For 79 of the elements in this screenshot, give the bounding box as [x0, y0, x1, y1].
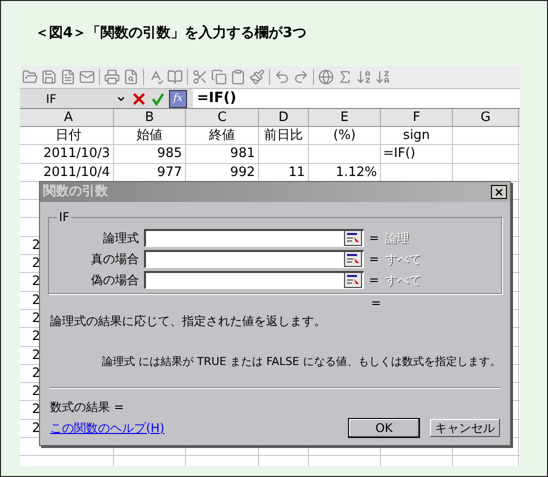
collapse-dialog-icon[interactable] [344, 272, 362, 288]
mail-icon[interactable] [79, 69, 95, 85]
result-equals-sign: = [371, 296, 382, 310]
name-box[interactable]: IF [20, 89, 130, 108]
dialog-button[interactable]: キャンセル [429, 418, 501, 438]
check-icon[interactable] [151, 92, 165, 106]
redo-icon[interactable] [293, 69, 309, 85]
argument-hint: すべて [385, 272, 422, 288]
table-cell: 2 [32, 238, 40, 253]
table-cell: 2 [32, 329, 40, 344]
argument-field[interactable] [144, 228, 364, 246]
table-cell: 2 [32, 292, 40, 308]
table-cell: 11 [288, 164, 305, 180]
book-icon[interactable] [167, 69, 183, 85]
paintbrush-icon[interactable] [249, 69, 265, 85]
table-cell: 2 [32, 310, 40, 326]
table-cell: 1.12% [336, 164, 377, 180]
column-header[interactable]: F [381, 109, 453, 126]
table-cell: 2 [32, 402, 40, 418]
print-preview-icon[interactable] [123, 69, 139, 85]
argument-description: 論理式 には結果が TRUE または FALSE になる値、もしくは数式を指定します。 [102, 354, 501, 370]
collapse-dialog-icon[interactable] [344, 250, 362, 266]
table-cell: 始値 [136, 128, 162, 143]
folder-icon[interactable] [22, 69, 38, 85]
table-cell: 2 [32, 366, 40, 381]
formula-field[interactable]: =IF() [193, 89, 520, 108]
table-cell: 終値 [209, 128, 235, 143]
argument-label: 論理式 [102, 230, 140, 246]
argument-label: 真の場合 [90, 250, 140, 268]
table-cell: 日付 [56, 128, 82, 143]
argument-hint: すべて [385, 250, 422, 268]
document-icon[interactable] [60, 69, 76, 85]
table-cell: 2 [32, 256, 40, 272]
table-cell: 2 [32, 348, 40, 363]
column-header[interactable]: B [114, 109, 186, 126]
save-icon[interactable] [41, 69, 57, 85]
copy-icon[interactable] [211, 69, 227, 85]
table-cell: 992 [230, 164, 255, 180]
help-link[interactable]: この関数のヘルプ(H) [50, 418, 164, 436]
cancel-icon[interactable] [132, 92, 146, 106]
group-label: IF [57, 210, 72, 224]
collapse-dialog-icon[interactable] [344, 230, 362, 246]
argument-label: 偽の場合 [90, 272, 140, 288]
close-button[interactable]: × [491, 185, 507, 199]
printer-icon[interactable] [104, 69, 120, 85]
column-header[interactable]: G [453, 109, 519, 126]
page-title: ＜図4＞「関数の引数」を入力する欄が3つ [35, 24, 306, 43]
table-cell: 2011/10/4 [43, 164, 110, 180]
table-cell: 985 [157, 146, 182, 162]
globe-icon[interactable] [318, 69, 334, 85]
formula-result: 数式の結果 = [49, 398, 125, 416]
table-cell: 2 [32, 420, 40, 436]
column-header[interactable]: E [309, 109, 381, 126]
equals-sign: = [369, 230, 380, 246]
equals-sign: = [369, 272, 380, 288]
table-cell: =IF() [383, 146, 416, 162]
equals-sign: = [369, 250, 380, 268]
argument-field[interactable] [144, 270, 364, 288]
undo-icon[interactable] [274, 69, 290, 85]
sort-descending-icon[interactable] [375, 69, 391, 85]
sort-ascending-icon[interactable] [356, 69, 372, 85]
table-cell: 981 [230, 146, 255, 162]
table-cell: sign [403, 128, 430, 143]
dialog-button[interactable]: OK [348, 418, 420, 438]
dialog-title-bar: 関数の引数 × [40, 182, 510, 202]
argument-field[interactable] [144, 250, 364, 268]
table-cell: 2 [32, 274, 40, 290]
clipboard-icon[interactable] [230, 69, 246, 85]
column-header[interactable]: D [259, 109, 309, 126]
table-cell: (%) [333, 128, 356, 143]
function-description: 論理式の結果に応じて、指定された値を返します。 [49, 313, 327, 330]
argument-hint: 論理 [385, 230, 410, 246]
table-cell: 2011/10/3 [43, 146, 110, 162]
column-header[interactable]: C [186, 109, 259, 126]
scissors-icon[interactable] [192, 69, 208, 85]
table-cell: 2 [32, 384, 40, 400]
table-cell: 前日比 [264, 128, 303, 143]
table-cell: 977 [157, 164, 182, 180]
column-header[interactable]: A [24, 109, 114, 126]
